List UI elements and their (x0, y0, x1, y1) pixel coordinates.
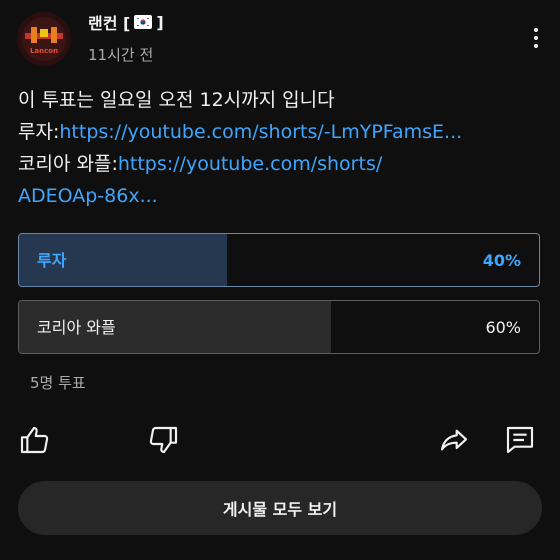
like-button[interactable] (18, 424, 50, 456)
poll-option-percent: 60% (485, 318, 521, 337)
poll-option-korea-waffle[interactable]: 코리아 와플 60% (18, 300, 540, 354)
korea-flag-icon (134, 15, 153, 29)
post-text-line-link2: 코리아 와플:https://youtube.com/shorts/ (18, 148, 548, 180)
post-time: 11시간 전 (88, 46, 154, 64)
share-icon (440, 429, 468, 451)
dislike-icon (149, 426, 178, 454)
avatar-logo-text: Lancon (30, 47, 58, 55)
poll-option-percent: 40% (482, 251, 521, 270)
link-prefix: 코리아 와플: (18, 153, 118, 175)
comment-icon (506, 426, 534, 454)
poll-option-label: 루자 (37, 251, 67, 270)
avatar-image: Lancon (17, 12, 71, 66)
vote-count: 5명 투표 (30, 374, 86, 392)
share-button[interactable] (438, 424, 470, 456)
post-text-line: 이 투표는 일요일 오전 12시까지 입니다 (18, 89, 335, 111)
channel-name-text: 랜컨 [ (88, 14, 131, 33)
channel-name-end: ] (156, 12, 164, 32)
post-text-line-link2-cont: ADEOAp-86x... (18, 180, 548, 212)
post-body: 이 투표는 일요일 오전 12시까지 입니다 루자:https://youtub… (18, 84, 548, 212)
comment-button[interactable] (504, 424, 536, 456)
poll-option-label: 코리아 와플 (37, 318, 116, 337)
post-text-line-link1: 루자:https://youtube.com/shorts/-LmYPFamsE… (18, 116, 548, 148)
post-link[interactable]: https://youtube.com/shorts/ (118, 153, 382, 175)
channel-avatar[interactable]: Lancon (17, 12, 71, 66)
post-link-continued[interactable]: ADEOAp-86x... (18, 185, 158, 207)
dislike-button[interactable] (148, 424, 180, 456)
more-vertical-icon[interactable] (526, 22, 546, 54)
like-icon (20, 426, 49, 454)
poll-option-ruja[interactable]: 루자 40% (18, 233, 540, 287)
channel-name[interactable]: 랜컨 [ ] (88, 10, 164, 34)
link-prefix: 루자: (18, 121, 60, 143)
post-link[interactable]: https://youtube.com/shorts/-LmYPFamsE... (59, 121, 462, 143)
view-all-posts-button[interactable]: 게시물 모두 보기 (18, 481, 542, 535)
